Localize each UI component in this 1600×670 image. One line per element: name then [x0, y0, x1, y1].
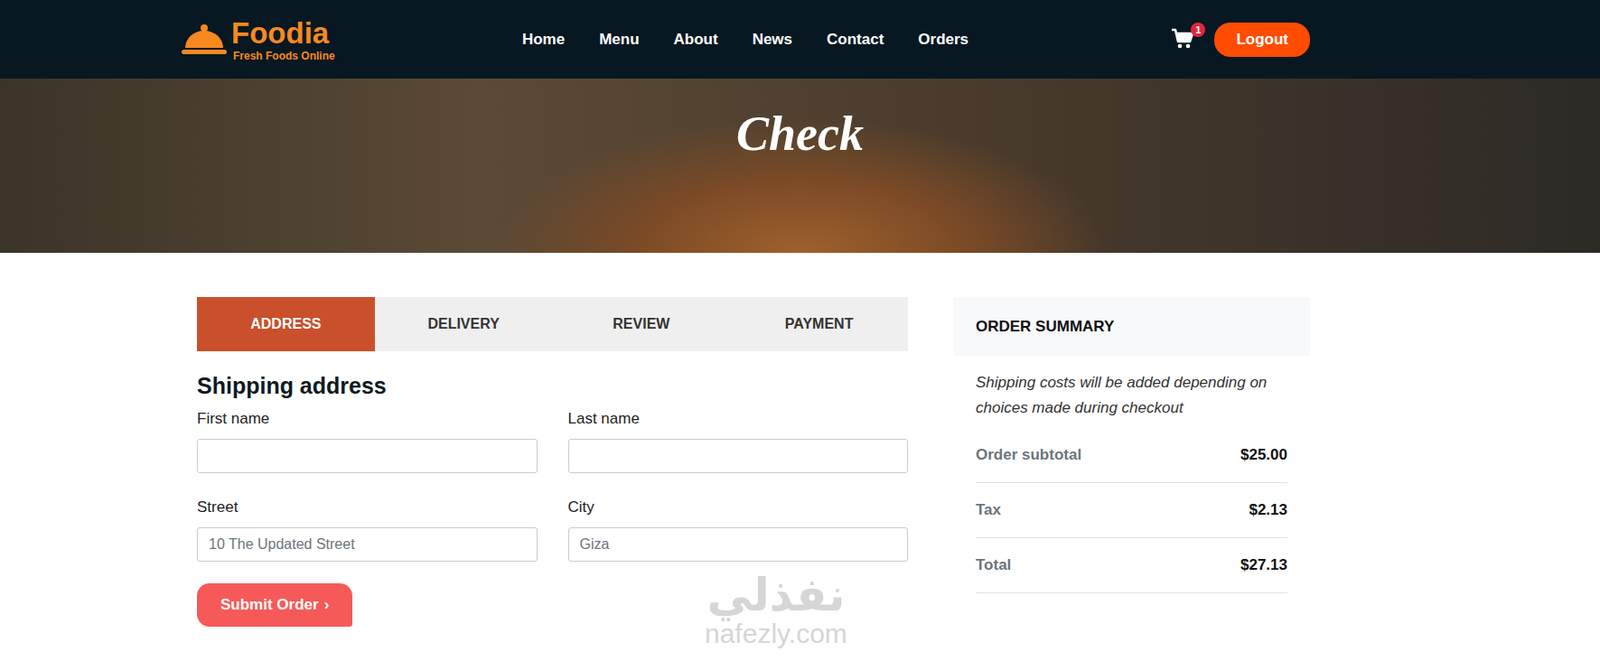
summary-row: Total $27.13 — [975, 538, 1288, 594]
checkout-form-column: ADDRESSDELIVERYREVIEWPAYMENT Shipping add… — [196, 297, 908, 664]
nav-links: Home Menu About News Contact Orders — [522, 30, 969, 49]
checkout-page: Foodia Fresh Foods Online Home Menu About New… — [0, 0, 1600, 670]
row-value: $2.13 — [1248, 501, 1288, 520]
step-tab[interactable]: REVIEW — [552, 297, 731, 352]
step-tab[interactable]: PAYMENT — [729, 297, 908, 352]
navbar-inner: Foodia Fresh Foods Online Home Menu About New… — [180, 18, 1310, 62]
nav-link[interactable]: Contact — [826, 30, 884, 49]
row-value: $25.00 — [1240, 446, 1288, 465]
row-label: Tax — [975, 501, 1002, 520]
text-input[interactable] — [196, 439, 538, 474]
watermark-arabic: نفذلي — [706, 571, 845, 620]
text-input[interactable] — [568, 439, 909, 474]
summary-row: Tax $2.13 — [975, 483, 1288, 539]
form-field: Last name — [568, 410, 909, 474]
watermark-latin: nafezly.com — [704, 619, 848, 649]
form-title: Shipping address — [196, 373, 908, 400]
field-label: Last name — [568, 410, 909, 429]
summary-header: ORDER SUMMARY — [953, 297, 1310, 356]
submit-label: Submit Order — [220, 596, 319, 615]
nav-actions: 1 Logout — [968, 22, 1310, 57]
text-input[interactable] — [196, 527, 538, 562]
nav-link[interactable]: Home — [522, 30, 565, 49]
checkout-steps: ADDRESSDELIVERYREVIEWPAYMENT — [196, 297, 908, 352]
logout-button[interactable]: Logout — [1214, 22, 1310, 57]
checkout-content: ADDRESSDELIVERYREVIEWPAYMENT Shipping add… — [196, 252, 1310, 664]
brand-tagline: Fresh Foods Online — [231, 50, 336, 62]
navbar: Foodia Fresh Foods Online Home Menu About New… — [0, 0, 1600, 79]
brand-name: Foodia — [231, 18, 336, 48]
nav-link[interactable]: Menu — [598, 30, 639, 49]
submit-order-button[interactable]: Submit Order › — [196, 583, 353, 627]
nav-link[interactable]: News — [752, 30, 793, 49]
field-label: City — [568, 498, 909, 517]
field-label: First name — [196, 410, 538, 429]
step-tab[interactable]: ADDRESS — [196, 297, 375, 352]
order-summary: ORDER SUMMARY Shipping costs will be adde… — [953, 297, 1310, 594]
cart-button[interactable]: 1 — [1170, 28, 1202, 52]
text-input[interactable] — [568, 527, 909, 562]
hero-title: Check — [736, 105, 864, 253]
cart-badge: 1 — [1190, 22, 1206, 38]
cloche-icon — [180, 22, 228, 57]
summary-row: Order subtotal $25.00 — [975, 428, 1288, 484]
row-label: Order subtotal — [975, 446, 1082, 465]
step-tab[interactable]: DELIVERY — [374, 297, 553, 352]
row-value: $27.13 — [1240, 556, 1288, 575]
field-label: Street — [196, 498, 538, 517]
summary-note: Shipping costs will be added depending o… — [975, 370, 1288, 422]
form-field: First name — [196, 410, 538, 474]
address-fields: First name Last name Street City — [196, 410, 908, 562]
nav-link[interactable]: Orders — [917, 30, 969, 49]
hero-banner: Check — [0, 78, 1600, 253]
arrow-icon: › — [324, 596, 330, 615]
form-field: City — [568, 498, 909, 562]
watermark: نفذليnafezly.com — [704, 571, 848, 648]
nav-link[interactable]: About — [673, 30, 719, 49]
logo-text: Foodia Fresh Foods Online — [231, 18, 336, 62]
logo[interactable]: Foodia Fresh Foods Online — [180, 18, 523, 62]
row-label: Total — [975, 556, 1011, 575]
form-field: Street — [196, 498, 538, 562]
